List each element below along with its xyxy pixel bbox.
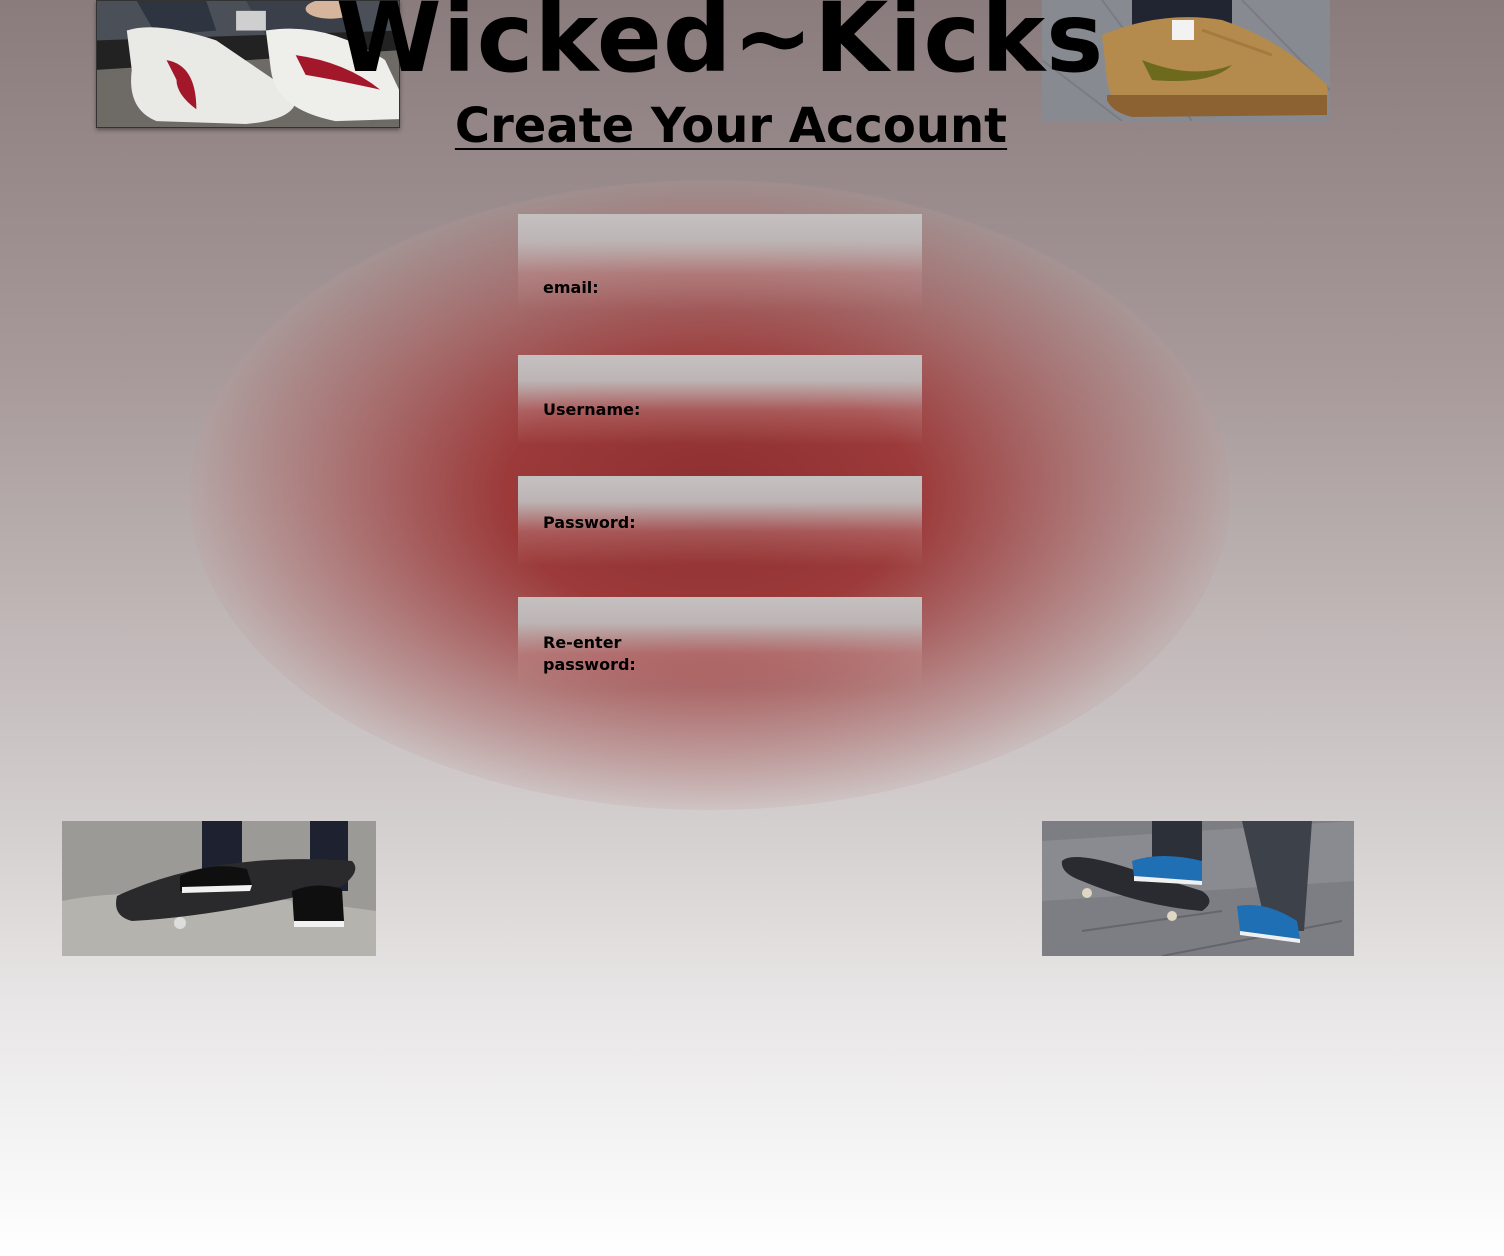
reenter-password-label: Re-enter password: (543, 633, 636, 674)
username-field-row: Username: (518, 355, 922, 445)
reenter-password-field-row: Re-enter password: (518, 597, 922, 689)
username-label: Username: (543, 400, 641, 419)
username-input[interactable] (668, 398, 902, 424)
page-subtitle-text: Create Your Account (454, 98, 1008, 154)
email-label: email: (543, 278, 599, 297)
skateboard-photo-blue-sneakers (1042, 821, 1354, 956)
site-title: Wicked~Kicks (335, 0, 1105, 94)
password-label: Password: (543, 513, 636, 532)
email-input[interactable] (668, 276, 902, 302)
password-field-row: Password: (518, 476, 922, 566)
password-input[interactable] (668, 511, 902, 537)
reenter-password-input[interactable] (668, 642, 902, 668)
page-subtitle: Create Your Account (0, 98, 1462, 154)
skateboard-photo-black-sneakers (62, 821, 376, 956)
email-field-row: email: (518, 214, 922, 310)
